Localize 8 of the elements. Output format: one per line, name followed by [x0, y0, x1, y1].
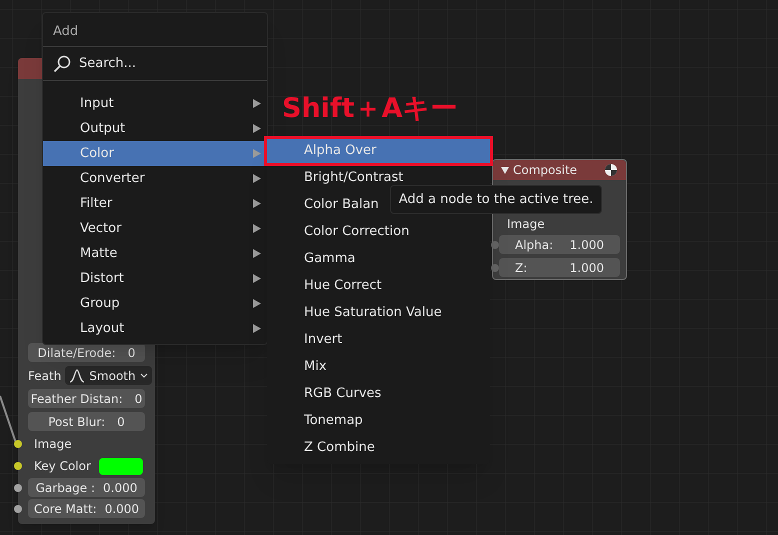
- socket-label: Image: [507, 216, 545, 232]
- node-title: Composite: [513, 162, 578, 179]
- field-label: Feath: [28, 368, 62, 384]
- menu-title: Add: [43, 13, 267, 47]
- socket-label: Key Color: [34, 458, 91, 475]
- shortcut-annotation: Shift＋Aキー: [282, 95, 458, 122]
- tooltip: Add a node to the active tree.: [390, 185, 602, 214]
- socket-label: Image: [34, 436, 72, 453]
